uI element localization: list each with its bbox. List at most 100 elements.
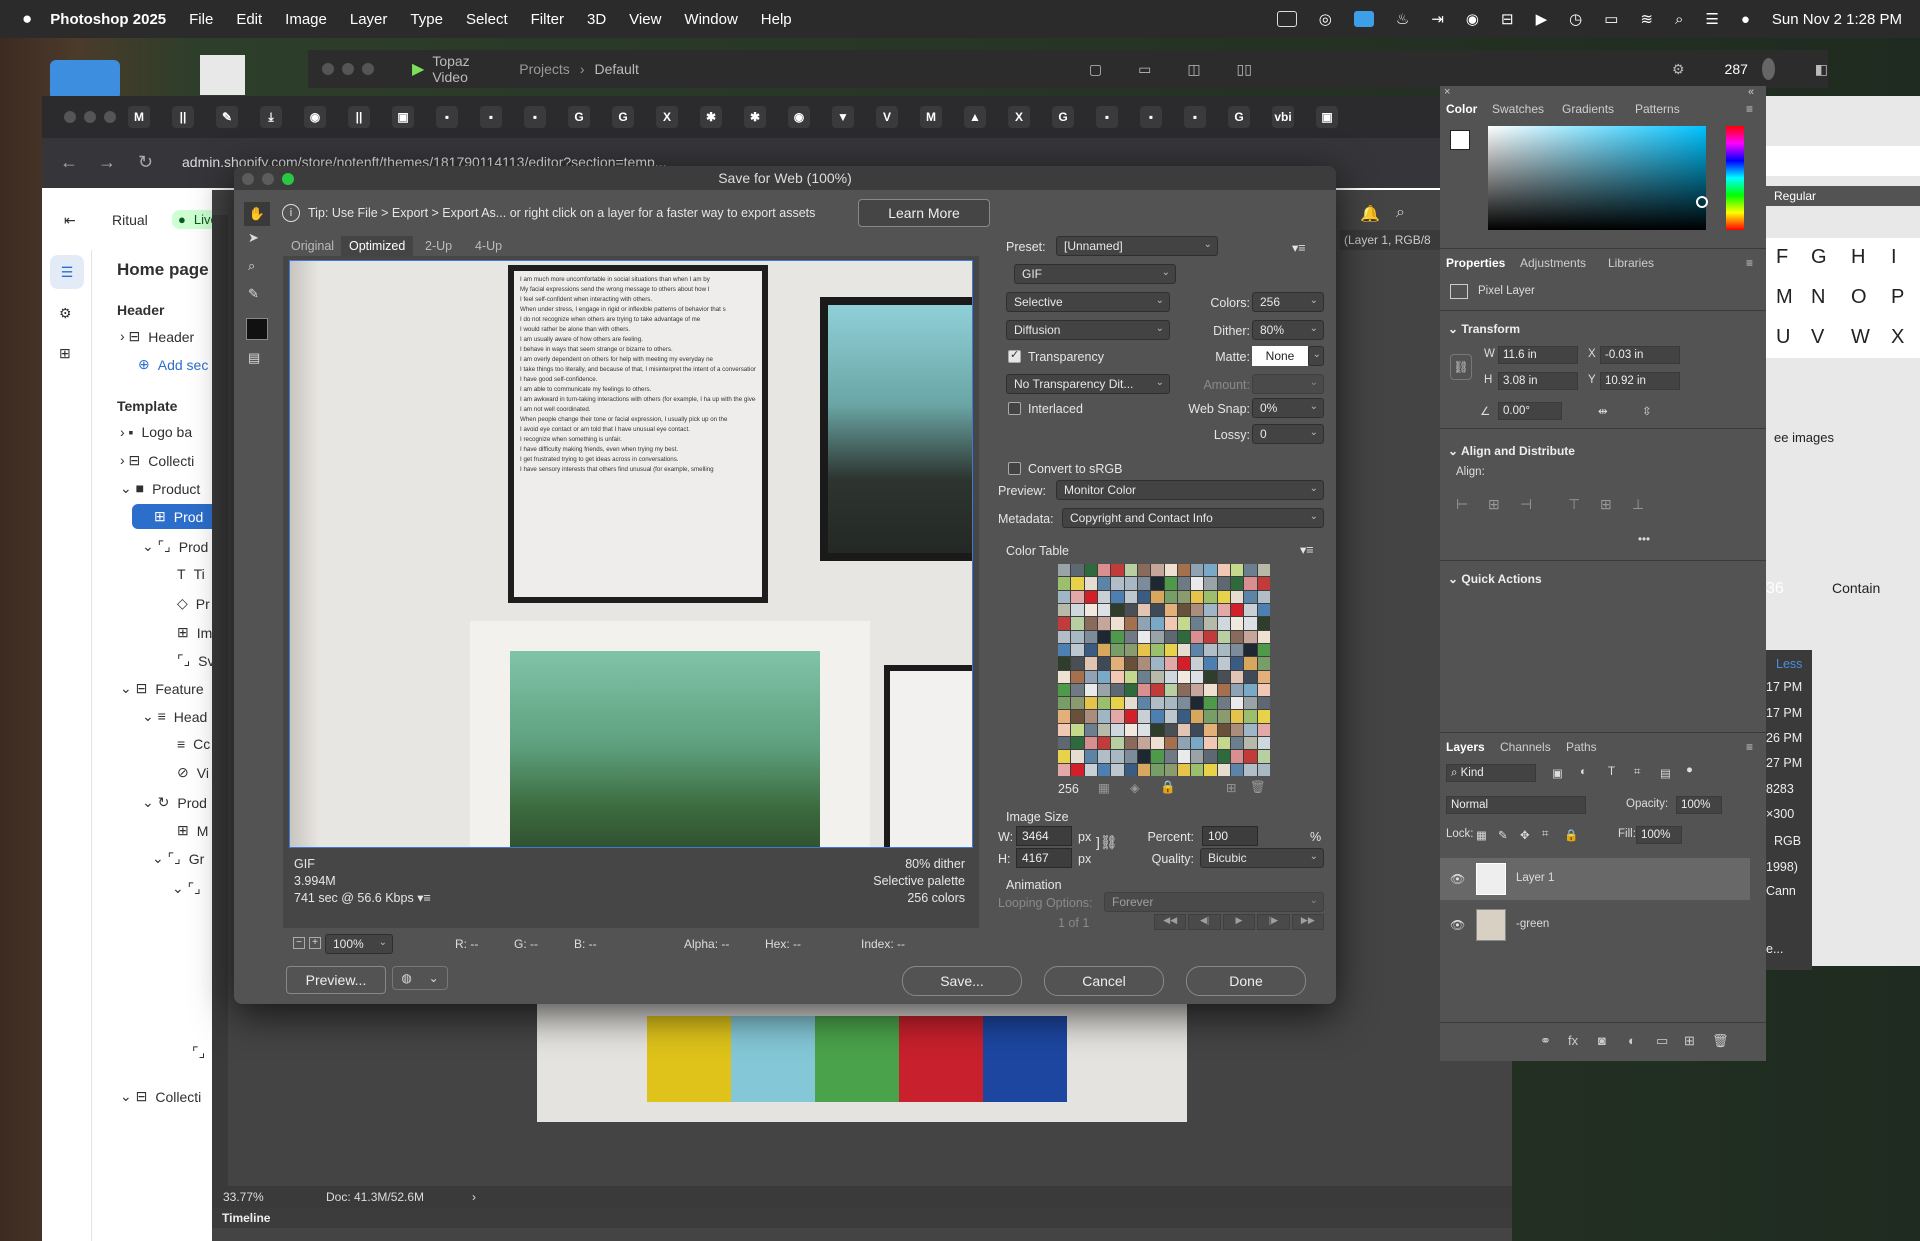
arrow-right-icon[interactable]: ⇥ [1431, 10, 1444, 28]
palette-swatch[interactable] [1257, 723, 1270, 737]
palette-swatch[interactable] [1204, 564, 1217, 577]
menubar-clock[interactable]: Sun Nov 2 1:28 PM [1772, 11, 1902, 28]
x-field[interactable]: -0.03 in [1600, 346, 1680, 364]
palette-swatch[interactable] [1231, 617, 1244, 630]
lock-transparent-icon[interactable]: ▦ [1476, 828, 1487, 842]
palette-swatch[interactable] [1217, 643, 1231, 657]
palette-swatch[interactable] [1177, 630, 1191, 643]
palette-swatch[interactable] [1244, 630, 1257, 643]
glyph-w[interactable]: W [1851, 326, 1870, 349]
color-field[interactable] [1488, 126, 1708, 230]
palette-swatch[interactable] [1084, 763, 1097, 776]
palette-swatch[interactable] [1217, 723, 1231, 737]
palette-swatch[interactable] [1084, 737, 1097, 750]
bookmark-icon[interactable]: || [172, 106, 194, 128]
palette-swatch[interactable] [1097, 697, 1111, 710]
palette-swatch[interactable] [1137, 737, 1151, 750]
palette-swatch[interactable] [1071, 763, 1084, 776]
palette-swatch[interactable] [1191, 643, 1204, 657]
glyph-g[interactable]: G [1811, 246, 1827, 269]
next-frame-icon[interactable]: |▶ [1257, 914, 1290, 930]
palette-swatch[interactable] [1071, 617, 1084, 630]
palette-swatch[interactable] [1217, 750, 1231, 763]
palette-swatch[interactable] [1204, 723, 1217, 737]
palette-swatch[interactable] [1231, 643, 1244, 657]
palette-swatch[interactable] [1058, 630, 1071, 643]
layout-single-icon[interactable]: ▢ [1089, 61, 1102, 78]
section-feature[interactable]: ⌄ ⊟ Feature [120, 680, 204, 697]
align-top-icon[interactable]: ⊤ [1568, 496, 1580, 513]
palette-swatch[interactable] [1137, 617, 1151, 630]
add-color-icon[interactable]: ⊞ [1226, 780, 1236, 795]
palette-swatch[interactable] [1244, 617, 1257, 630]
dialog-close-dot[interactable] [242, 173, 254, 185]
palette-swatch[interactable] [1177, 737, 1191, 750]
bookmark-icon[interactable]: ⤓ [260, 106, 282, 128]
palette-swatch[interactable] [1244, 697, 1257, 710]
palette-swatch[interactable] [1244, 657, 1257, 670]
bookmark-icon[interactable]: G [568, 106, 590, 128]
palette-swatch[interactable] [1071, 710, 1084, 723]
info-menu-icon[interactable]: ▾≡ [417, 891, 431, 905]
props-menu-icon[interactable]: ≡ [1746, 256, 1753, 270]
palette-swatch[interactable] [1257, 590, 1270, 603]
block-cc[interactable]: ≡ Cc [177, 736, 210, 752]
palette-swatch[interactable] [1097, 603, 1111, 617]
transparency-checkbox[interactable] [1008, 348, 1021, 363]
bookmark-icon[interactable]: ▣ [392, 106, 414, 128]
tab-2up[interactable]: 2-Up [425, 239, 452, 253]
palette-swatch[interactable] [1151, 723, 1164, 737]
palette-swatch[interactable] [1084, 670, 1097, 683]
palette-swatch[interactable] [1164, 697, 1177, 710]
palette-swatch[interactable] [1191, 657, 1204, 670]
palette-swatch[interactable] [1124, 577, 1137, 590]
palette-swatch[interactable] [1204, 763, 1217, 776]
zoom-readout[interactable]: 33.77% [223, 1186, 264, 1208]
palette-swatch[interactable] [1058, 710, 1071, 723]
color-picker-handle[interactable] [1696, 196, 1708, 208]
optimize-menu-icon[interactable]: ▾≡ [1292, 240, 1306, 255]
palette-swatch[interactable] [1111, 750, 1124, 763]
tab-swatches[interactable]: Swatches [1492, 102, 1544, 116]
palette-swatch[interactable] [1177, 763, 1191, 776]
palette-swatch[interactable] [1151, 683, 1164, 697]
palette-swatch[interactable] [1084, 643, 1097, 657]
palette-swatch[interactable] [1231, 577, 1244, 590]
bookmark-icon[interactable]: ▪ [1096, 106, 1118, 128]
palette-swatch[interactable] [1191, 630, 1204, 643]
palette-swatch[interactable] [1204, 617, 1217, 630]
palette-swatch[interactable] [1097, 670, 1111, 683]
y-field[interactable]: 10.92 in [1600, 372, 1680, 390]
palette-swatch[interactable] [1231, 710, 1244, 723]
doc-size[interactable]: Doc: 41.3M/52.6M [326, 1186, 424, 1208]
matte-dropdown[interactable]: ⌄ [1308, 346, 1324, 366]
palette-swatch[interactable] [1058, 737, 1071, 750]
palette-swatch[interactable] [1151, 763, 1164, 776]
palette-swatch[interactable] [1244, 683, 1257, 697]
bookmark-icon[interactable]: G [1052, 106, 1074, 128]
palette-swatch[interactable] [1164, 737, 1177, 750]
section-collection-2[interactable]: ⌄ ⊟ Collecti [120, 1088, 201, 1105]
palette-swatch[interactable] [1231, 763, 1244, 776]
palette-swatch[interactable] [1164, 603, 1177, 617]
colors-select[interactable]: 256 ⌄ [1252, 292, 1324, 312]
delete-layer-icon[interactable]: 🗑 [1712, 1033, 1729, 1049]
lossy-select[interactable]: 0 ⌄ [1252, 424, 1324, 444]
palette-swatch[interactable] [1071, 577, 1084, 590]
amount-select[interactable]: ⌄ [1252, 374, 1324, 394]
palette-swatch[interactable] [1244, 710, 1257, 723]
glyph-x[interactable]: X [1891, 326, 1904, 349]
palette-swatch[interactable] [1097, 630, 1111, 643]
ps-search-icon[interactable]: ⌕ [1396, 204, 1405, 222]
zoom-out-icon[interactable]: − [293, 937, 305, 949]
palette-swatch[interactable] [1124, 617, 1137, 630]
palette-swatch[interactable] [1231, 564, 1244, 577]
palette-swatch[interactable] [1191, 750, 1204, 763]
palette-swatch[interactable] [1111, 737, 1124, 750]
palette-swatch[interactable] [1177, 617, 1191, 630]
palette-swatch[interactable] [1071, 750, 1084, 763]
menu-image[interactable]: Image [285, 11, 327, 28]
palette-swatch[interactable] [1257, 697, 1270, 710]
palette-swatch[interactable] [1217, 683, 1231, 697]
palette-swatch[interactable] [1164, 564, 1177, 577]
